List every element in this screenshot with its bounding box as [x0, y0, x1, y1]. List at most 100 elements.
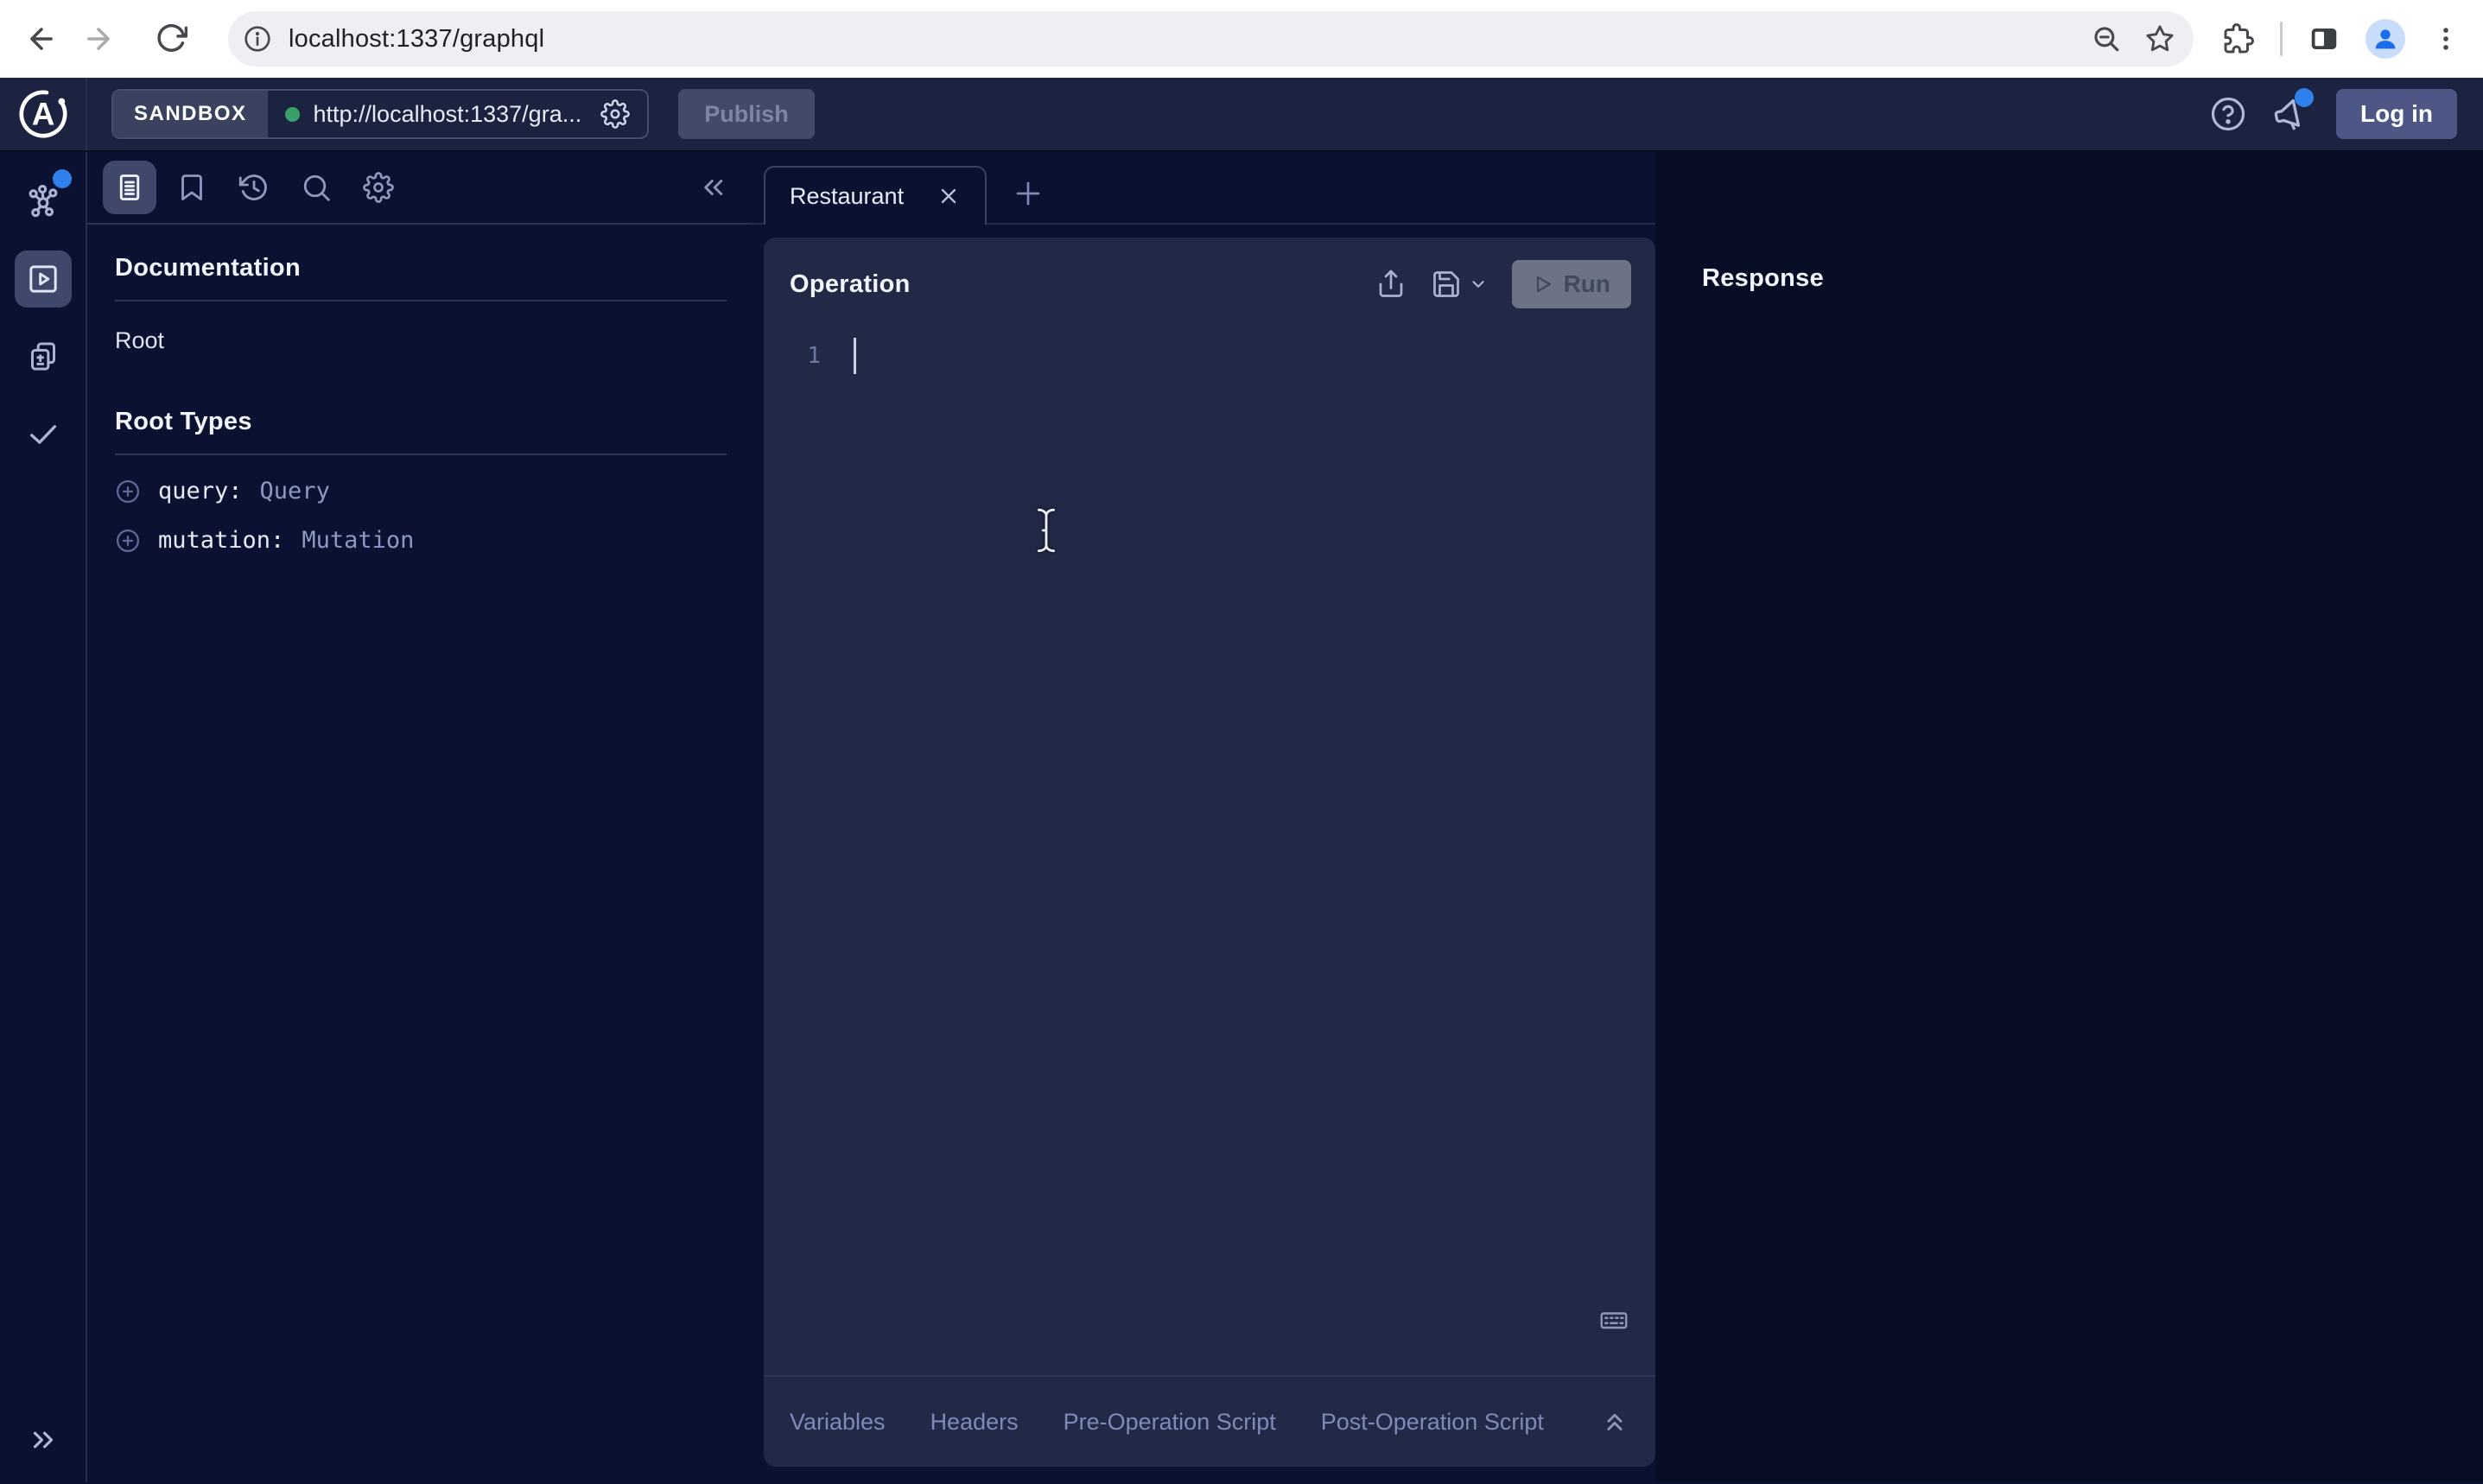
tab-restaurant[interactable]: Restaurant [764, 166, 987, 225]
chevrons-left-icon [697, 172, 728, 203]
address-bar[interactable]: localhost:1337/graphql [228, 11, 2194, 67]
publish-button[interactable]: Publish [678, 89, 815, 139]
main-content: Documentation Root Root Types query: Que… [0, 152, 2483, 1482]
operation-editor[interactable]: 1 [764, 338, 1655, 374]
connection-status-dot [285, 107, 300, 122]
collapse-docs-panel-button[interactable] [697, 172, 728, 203]
field-name: query: [158, 478, 243, 504]
divider [115, 300, 727, 301]
rail-expand-button[interactable] [27, 1424, 60, 1456]
root-type-row-query: query: Query [115, 478, 727, 504]
reload-icon [155, 22, 187, 55]
browser-menu-icon[interactable] [2431, 24, 2461, 54]
operation-panel: Operation Run 1 [764, 238, 1655, 1467]
svg-text:A: A [31, 97, 54, 132]
rail-item-checks[interactable] [15, 406, 72, 463]
docs-tab-search[interactable] [289, 161, 343, 214]
root-types-title: Root Types [115, 408, 727, 436]
panel-tab-pre-operation-script[interactable]: Pre-Operation Script [1064, 1409, 1276, 1436]
close-tab-icon[interactable] [937, 184, 961, 208]
left-rail [0, 152, 87, 1482]
save-operation-control[interactable] [1431, 269, 1488, 300]
browser-forward-button[interactable] [79, 20, 117, 58]
save-menu-chevron-icon[interactable] [1469, 275, 1488, 294]
extensions-icon[interactable] [2223, 23, 2254, 54]
mouse-cursor [1033, 506, 1059, 555]
diff-documents-icon [26, 339, 60, 374]
panel-tab-headers[interactable]: Headers [930, 1409, 1019, 1436]
announcements-button[interactable] [2272, 95, 2310, 133]
response-title: Response [1702, 264, 2483, 293]
schema-notification-dot [53, 169, 72, 188]
operation-header: Operation Run [764, 238, 1655, 308]
panel-tab-variables[interactable]: Variables [790, 1409, 886, 1436]
endpoint-url-text: http://localhost:1337/gra... [314, 101, 582, 128]
zoom-indicator-icon[interactable] [2092, 24, 2121, 54]
add-field-icon[interactable] [115, 479, 141, 504]
search-icon [301, 172, 332, 203]
rail-item-schema[interactable] [15, 173, 72, 230]
run-label: Run [1564, 270, 1610, 298]
save-floppy-icon[interactable] [1431, 269, 1462, 300]
docs-tab-settings[interactable] [352, 161, 405, 214]
browser-back-button[interactable] [22, 20, 60, 58]
operation-footer: Variables Headers Pre-Operation Script P… [764, 1375, 1655, 1467]
plus-icon [1013, 178, 1044, 209]
documentation-panel: Documentation Root Root Types query: Que… [87, 152, 749, 1482]
bookmark-star-icon[interactable] [2145, 24, 2175, 54]
graph-schema-icon [25, 183, 61, 219]
keyboard-shortcuts-button[interactable] [1598, 1304, 1629, 1335]
apollo-logo-icon: A [16, 87, 70, 141]
rail-item-changelog[interactable] [15, 328, 72, 385]
editor-caret [854, 338, 856, 374]
apollo-toolbar: A SANDBOX http://localhost:1337/gra... P… [0, 78, 2483, 152]
back-arrow-icon [25, 22, 58, 55]
root-link[interactable]: Root [115, 327, 727, 354]
sandbox-badge: SANDBOX [113, 91, 268, 137]
add-field-icon[interactable] [115, 528, 141, 554]
rail-item-explorer[interactable] [15, 251, 72, 308]
help-icon[interactable] [2210, 96, 2246, 132]
profile-avatar[interactable] [2366, 19, 2405, 59]
apollo-logo[interactable]: A [0, 78, 87, 150]
endpoint-url-field[interactable]: http://localhost:1337/gra... [268, 91, 648, 137]
field-name: mutation: [158, 527, 284, 554]
docs-tab-history[interactable] [227, 161, 281, 214]
tab-label: Restaurant [790, 183, 904, 210]
docs-tab-documentation[interactable] [103, 161, 156, 214]
url-text[interactable]: localhost:1337/graphql [289, 25, 544, 54]
docs-title: Documentation [115, 254, 727, 282]
explorer-play-icon [26, 262, 60, 296]
side-panel-icon[interactable] [2308, 23, 2340, 54]
bookmark-icon [176, 172, 207, 203]
operation-title: Operation [790, 270, 911, 299]
run-button[interactable]: Run [1512, 260, 1631, 308]
gear-icon [363, 172, 394, 203]
endpoint-control: SANDBOX http://localhost:1337/gra... [111, 89, 649, 139]
tab-bar: Restaurant [749, 152, 1655, 225]
toolbar-divider [2280, 22, 2283, 56]
site-info-icon[interactable] [244, 25, 271, 53]
docs-tab-bookmarks[interactable] [165, 161, 219, 214]
run-play-icon [1533, 274, 1553, 295]
forward-arrow-icon [82, 22, 115, 55]
expand-footer-button[interactable] [1600, 1407, 1629, 1436]
line-number: 1 [764, 338, 821, 374]
panel-tab-post-operation-script[interactable]: Post-Operation Script [1321, 1409, 1544, 1436]
browser-reload-button[interactable] [152, 20, 190, 58]
field-type-link[interactable]: Mutation [302, 527, 414, 554]
notification-dot [2295, 88, 2314, 107]
docs-toolbar [87, 152, 749, 225]
endpoint-settings-gear-icon[interactable] [600, 99, 630, 129]
history-clock-icon [238, 172, 270, 203]
operation-section: Restaurant Operation R [749, 152, 1655, 1482]
browser-chrome: localhost:1337/graphql [0, 0, 2483, 78]
login-button[interactable]: Log in [2336, 89, 2457, 139]
chevrons-up-icon [1600, 1407, 1629, 1436]
document-icon [114, 172, 145, 203]
person-icon [2371, 24, 2400, 54]
checkmark-icon [26, 417, 60, 452]
field-type-link[interactable]: Query [260, 478, 330, 504]
share-operation-icon[interactable] [1375, 269, 1407, 300]
new-tab-button[interactable] [1013, 178, 1044, 209]
